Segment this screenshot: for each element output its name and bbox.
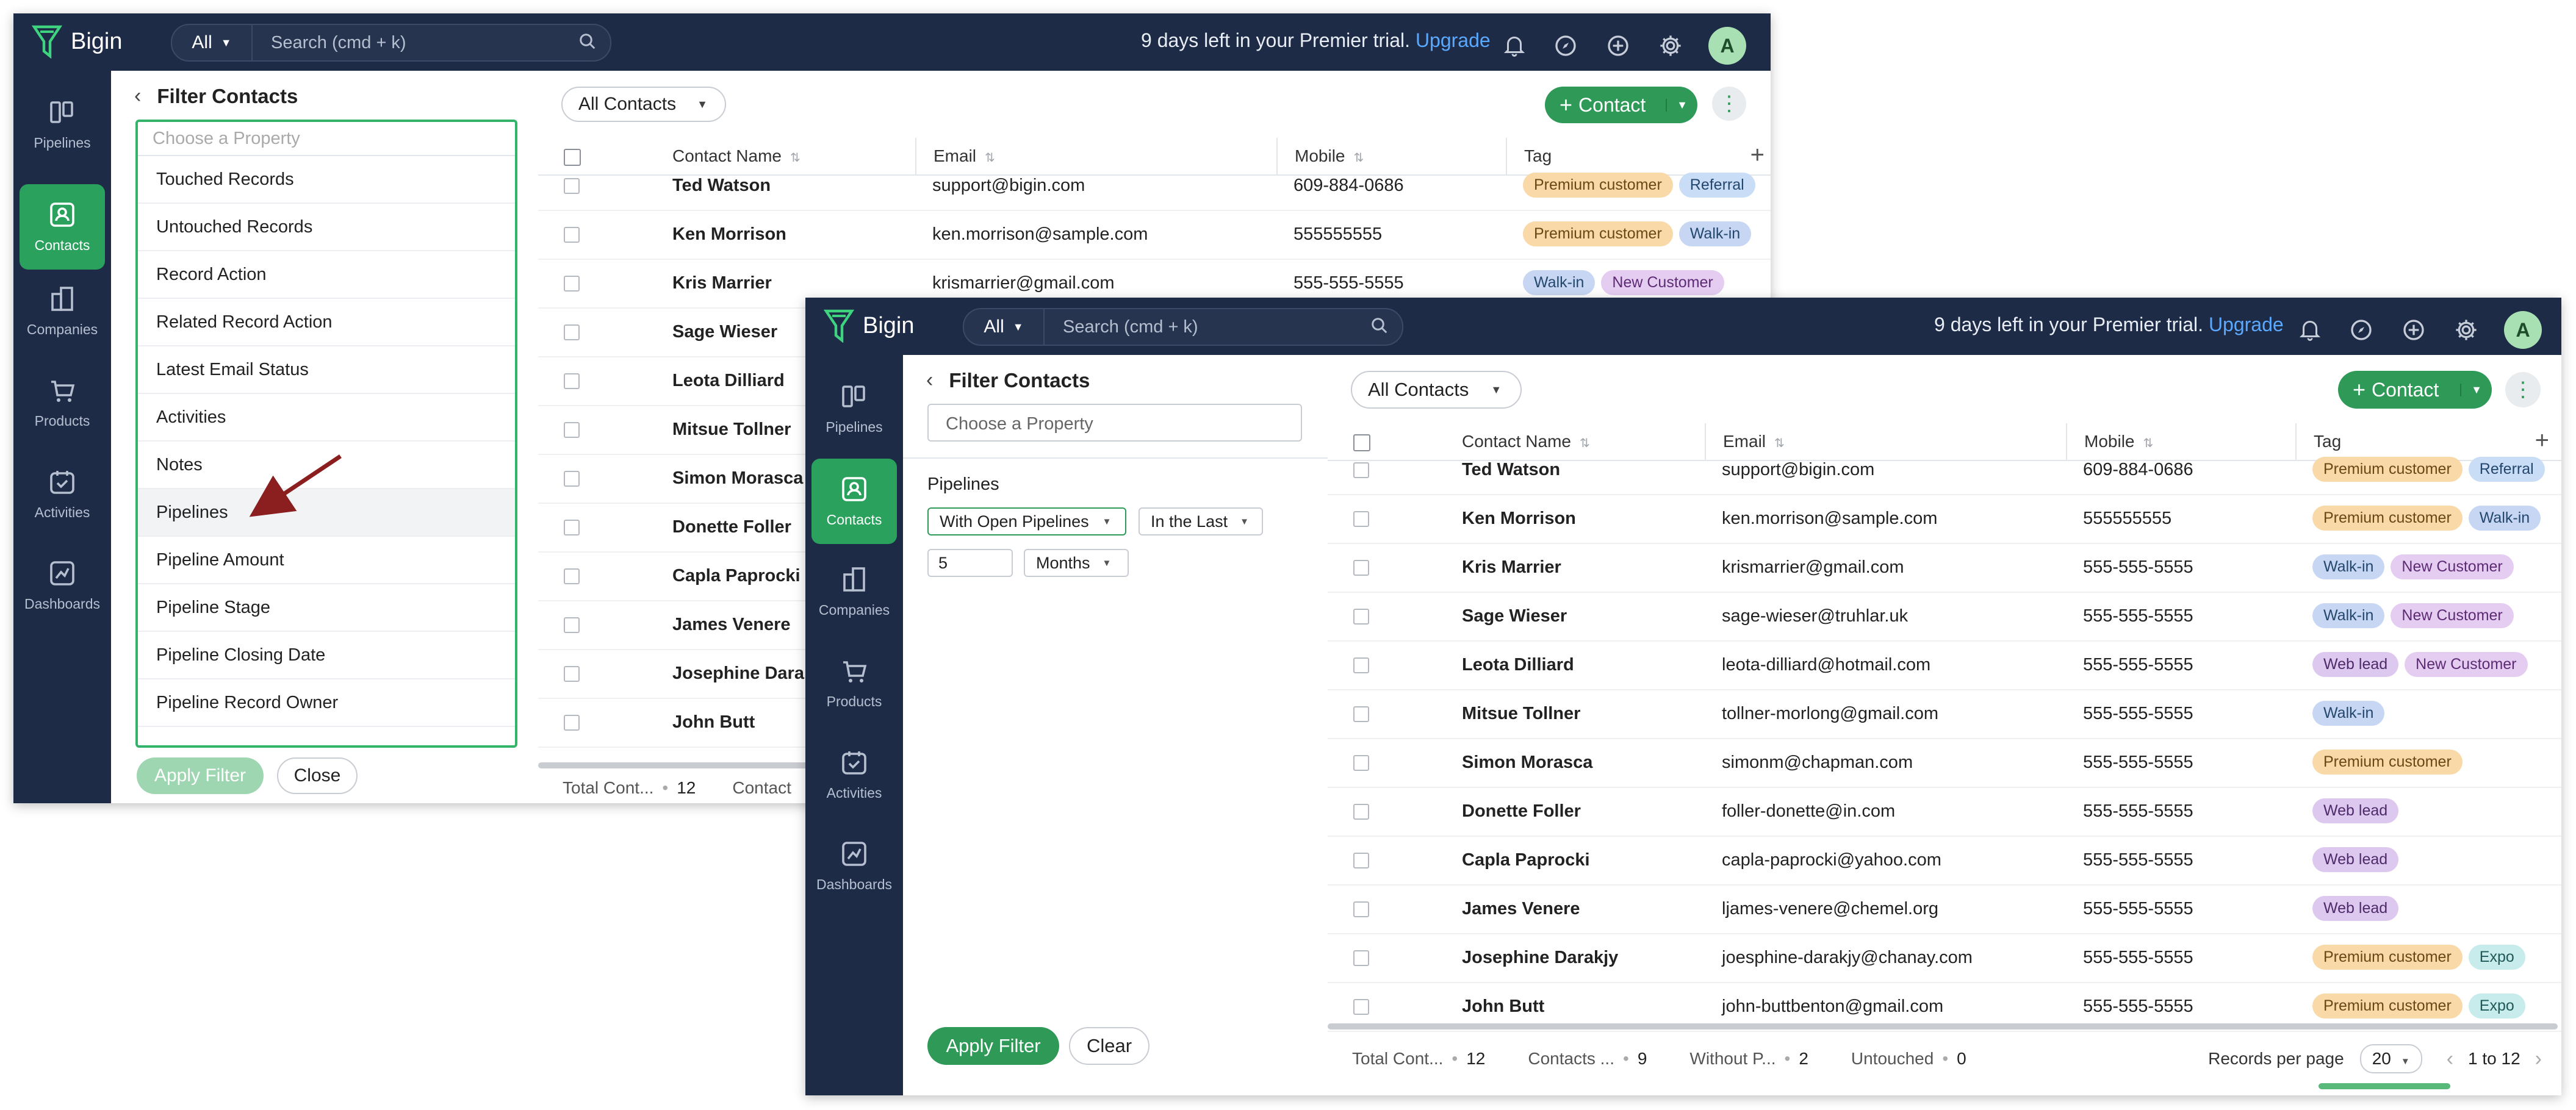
annotation-arrow xyxy=(249,454,342,517)
arrow-line xyxy=(249,454,342,517)
